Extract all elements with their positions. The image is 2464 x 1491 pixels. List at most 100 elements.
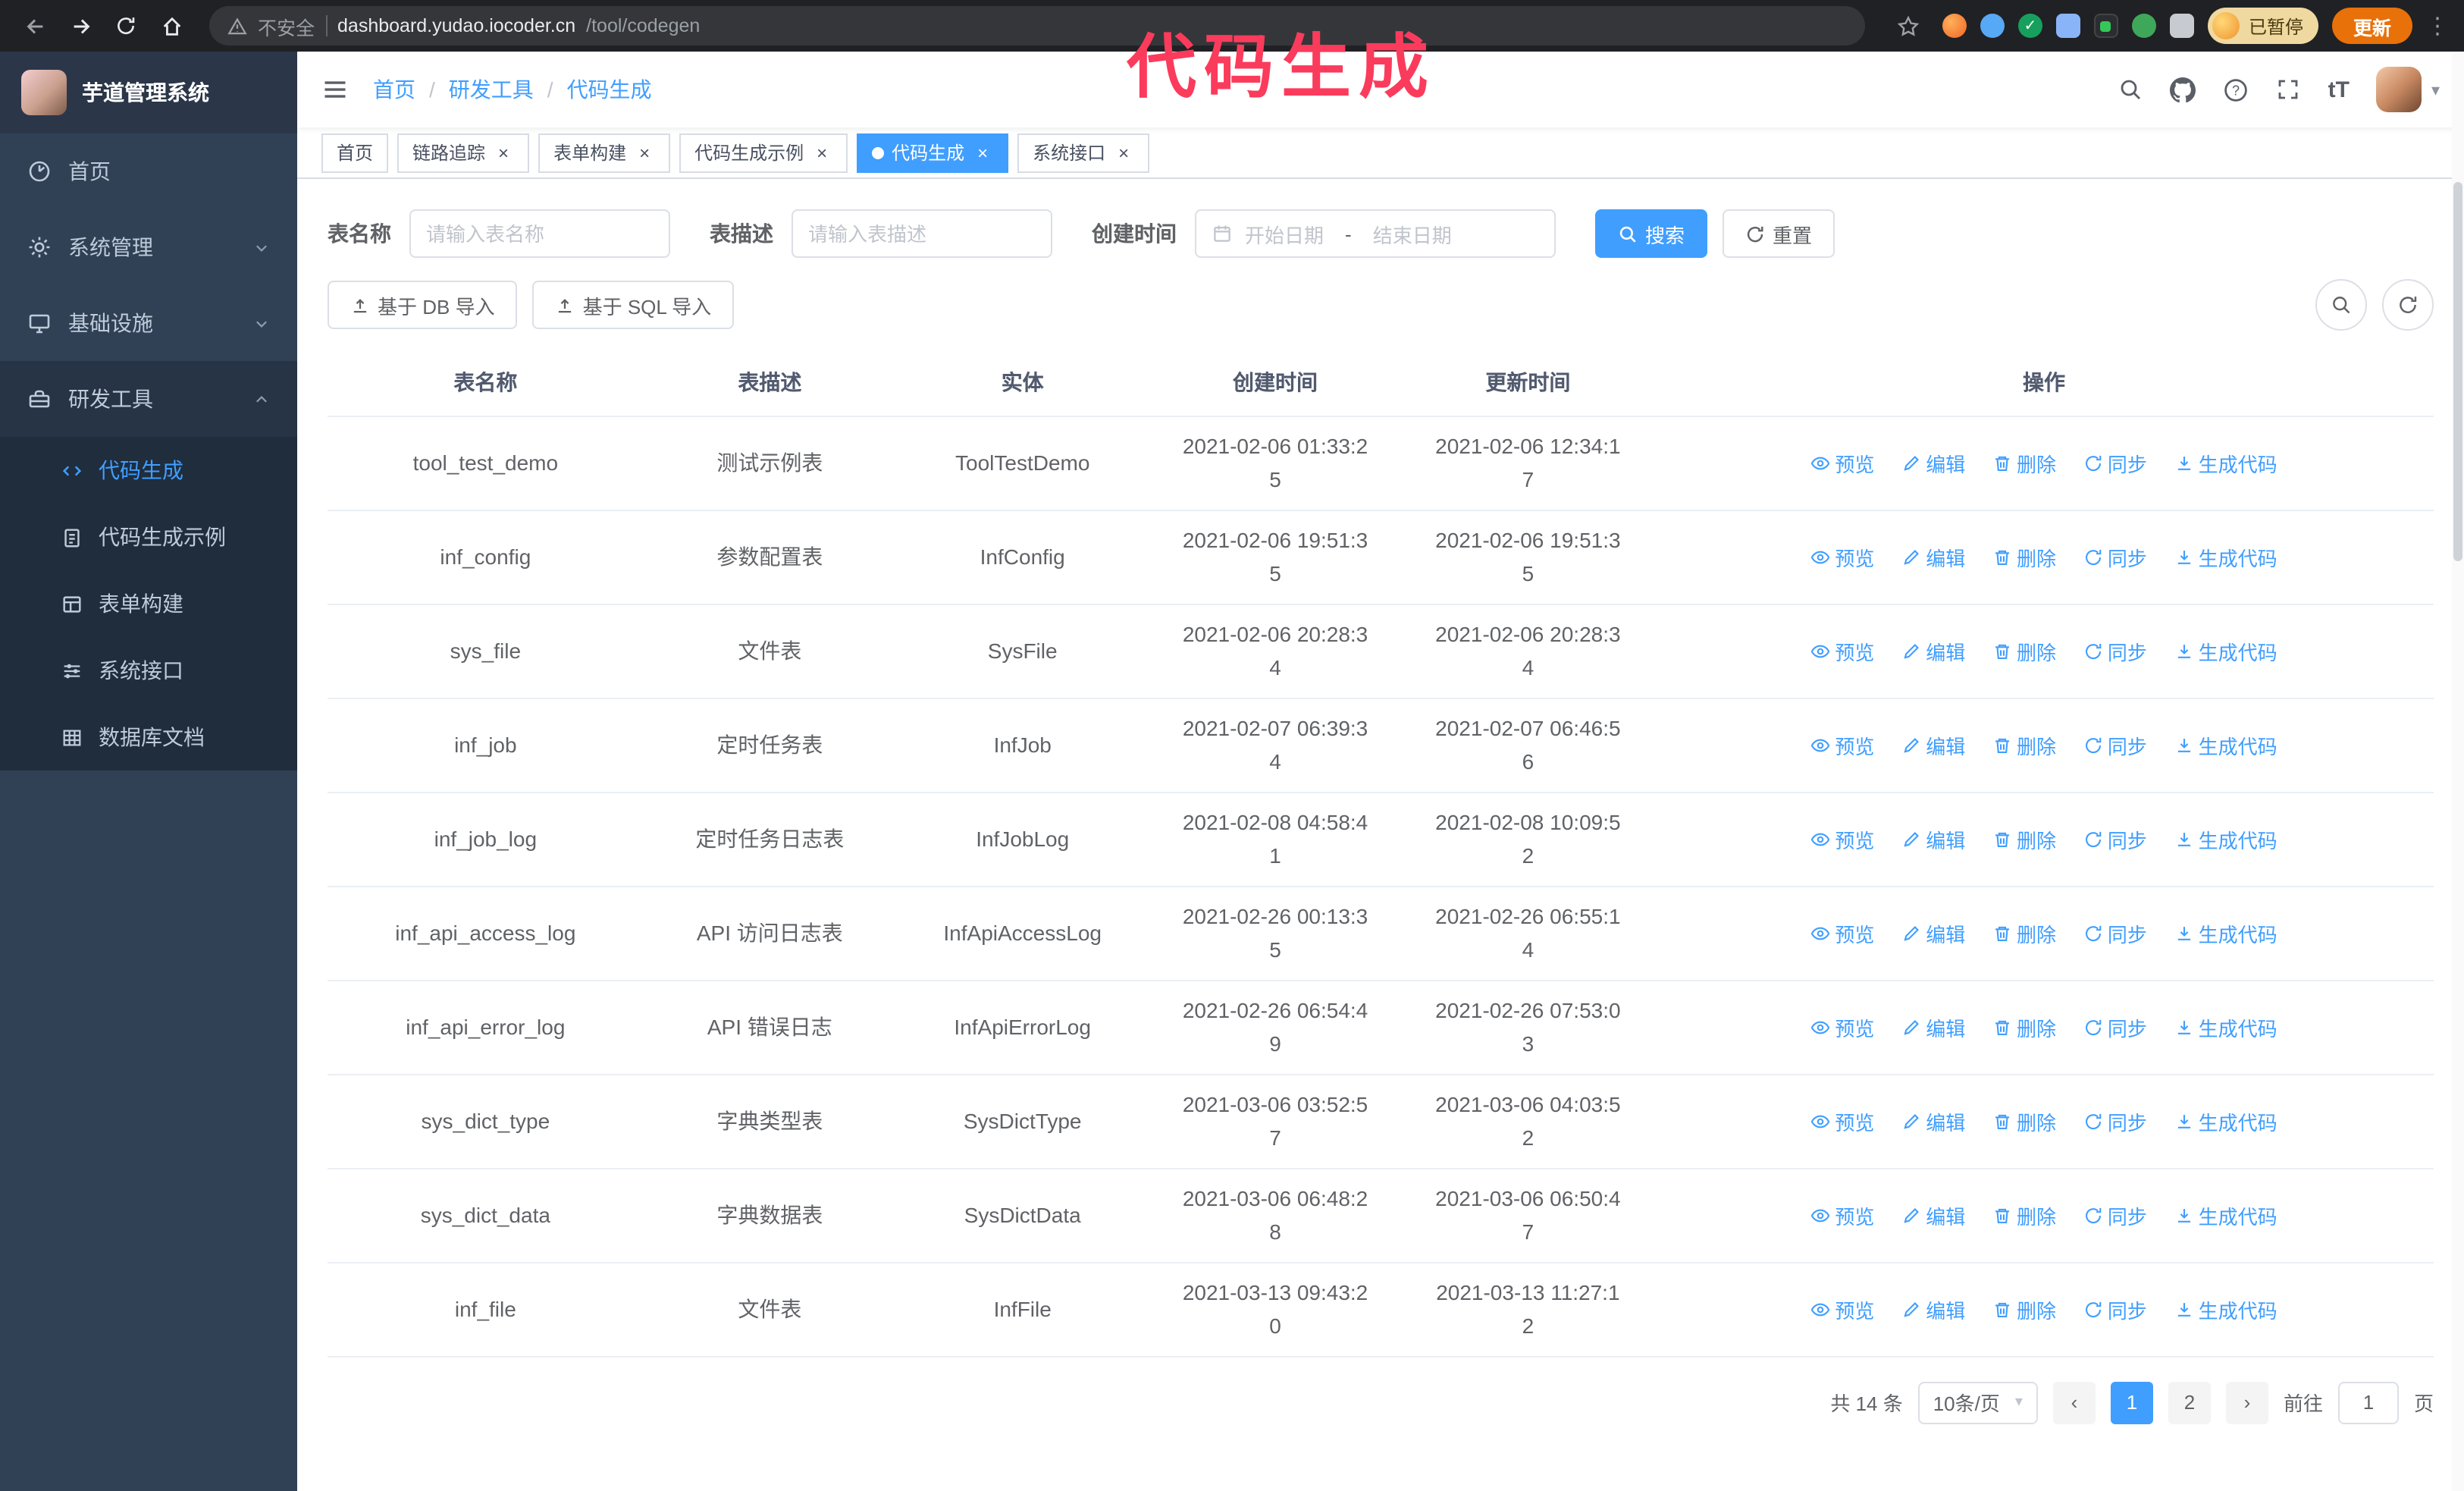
page-size-select[interactable]: 10条/页 ▾ — [1917, 1381, 2038, 1424]
close-icon[interactable]: × — [1113, 142, 1134, 163]
sync-link[interactable]: 同步 — [2083, 730, 2147, 759]
generate-code-link[interactable]: 生成代码 — [2174, 542, 2277, 571]
edit-link[interactable]: 编辑 — [1901, 1201, 1965, 1229]
font-size-button[interactable]: tT — [2328, 77, 2350, 102]
delete-link[interactable]: 删除 — [1992, 636, 2056, 665]
edit-link[interactable]: 编辑 — [1901, 730, 1965, 759]
delete-link[interactable]: 删除 — [1992, 542, 2056, 571]
delete-link[interactable]: 删除 — [1992, 1295, 2056, 1323]
help-button[interactable]: ? — [2224, 77, 2249, 102]
tab-codegen[interactable]: 代码生成 × — [857, 133, 1009, 172]
generate-code-link[interactable]: 生成代码 — [2174, 448, 2277, 477]
generate-code-link[interactable]: 生成代码 — [2174, 1012, 2277, 1041]
sidebar-item-devtools[interactable]: 研发工具 — [0, 361, 297, 437]
close-icon[interactable]: × — [493, 142, 514, 163]
delete-link[interactable]: 删除 — [1992, 730, 2056, 759]
breadcrumb-item-codegen[interactable]: 代码生成 — [567, 74, 652, 105]
sync-link[interactable]: 同步 — [2083, 1295, 2147, 1323]
profile-badge[interactable]: 已暂停 — [2207, 8, 2318, 44]
next-page-button[interactable]: › — [2225, 1381, 2268, 1424]
browser-menu-button[interactable]: ⋮ — [2426, 12, 2449, 39]
reload-button[interactable] — [106, 6, 146, 46]
generate-code-link[interactable]: 生成代码 — [2174, 636, 2277, 665]
delete-link[interactable]: 删除 — [1992, 448, 2056, 477]
delete-link[interactable]: 删除 — [1992, 1201, 2056, 1229]
github-link[interactable] — [2170, 77, 2196, 102]
header-search-button[interactable] — [2119, 77, 2143, 102]
back-button[interactable] — [15, 6, 55, 46]
preview-link[interactable]: 预览 — [1810, 1295, 1874, 1323]
goto-page-input[interactable] — [2337, 1381, 2399, 1424]
preview-link[interactable]: 预览 — [1810, 1201, 1874, 1229]
import-db-button[interactable]: 基于 DB 导入 — [328, 281, 518, 329]
generate-code-link[interactable]: 生成代码 — [2174, 730, 2277, 759]
preview-link[interactable]: 预览 — [1810, 636, 1874, 665]
sync-link[interactable]: 同步 — [2083, 1012, 2147, 1041]
generate-code-link[interactable]: 生成代码 — [2174, 1106, 2277, 1135]
page-button-2[interactable]: 2 — [2168, 1381, 2211, 1424]
forward-button[interactable] — [61, 6, 100, 46]
edit-link[interactable]: 编辑 — [1901, 1012, 1965, 1041]
address-bar[interactable]: 不安全 dashboard.yudao.iocoder.cn/tool/code… — [209, 6, 1865, 46]
extension-icon[interactable] — [2055, 14, 2080, 38]
edit-link[interactable]: 编辑 — [1901, 542, 1965, 571]
tab-form-builder[interactable]: 表单构建 × — [538, 133, 671, 172]
extension-icon[interactable] — [2131, 14, 2156, 38]
browser-update-button[interactable]: 更新 — [2331, 8, 2412, 44]
delete-link[interactable]: 删除 — [1992, 1012, 2056, 1041]
tab-system-api[interactable]: 系统接口 × — [1017, 133, 1150, 172]
sidebar-item-db-docs[interactable]: 数据库文档 — [0, 704, 297, 771]
extension-icon[interactable]: ✓ — [2017, 14, 2042, 38]
edit-link[interactable]: 编辑 — [1901, 1295, 1965, 1323]
preview-link[interactable]: 预览 — [1810, 1012, 1874, 1041]
sidebar-item-codegen-example[interactable]: 代码生成示例 — [0, 504, 297, 570]
extension-icon[interactable] — [2093, 14, 2118, 38]
refresh-table-button[interactable] — [2382, 279, 2434, 331]
fullscreen-button[interactable] — [2277, 77, 2301, 102]
table-name-input[interactable] — [409, 209, 670, 258]
sidebar-item-form-builder[interactable]: 表单构建 — [0, 570, 297, 637]
preview-link[interactable]: 预览 — [1810, 824, 1874, 853]
sync-link[interactable]: 同步 — [2083, 1106, 2147, 1135]
edit-link[interactable]: 编辑 — [1901, 448, 1965, 477]
sync-link[interactable]: 同步 — [2083, 918, 2147, 947]
breadcrumb-item-devtools[interactable]: 研发工具 — [449, 74, 534, 105]
extensions-puzzle-icon[interactable] — [2169, 14, 2194, 38]
sync-link[interactable]: 同步 — [2083, 1201, 2147, 1229]
sidebar-item-home[interactable]: 首页 — [0, 133, 297, 209]
date-range-picker[interactable]: 开始日期 - 结束日期 — [1195, 209, 1556, 258]
bookmark-star-button[interactable] — [1889, 6, 1929, 46]
generate-code-link[interactable]: 生成代码 — [2174, 918, 2277, 947]
breadcrumb-item-home[interactable]: 首页 — [373, 74, 415, 105]
home-button[interactable] — [152, 6, 191, 46]
generate-code-link[interactable]: 生成代码 — [2174, 1201, 2277, 1229]
extension-icon[interactable] — [1942, 14, 1967, 38]
edit-link[interactable]: 编辑 — [1901, 824, 1965, 853]
scrollbar-thumb[interactable] — [2453, 182, 2462, 561]
table-desc-input[interactable] — [792, 209, 1052, 258]
preview-link[interactable]: 预览 — [1810, 1106, 1874, 1135]
sidebar-item-codegen[interactable]: 代码生成 — [0, 437, 297, 504]
tab-home[interactable]: 首页 — [321, 133, 389, 172]
preview-link[interactable]: 预览 — [1810, 730, 1874, 759]
prev-page-button[interactable]: ‹ — [2052, 1381, 2096, 1424]
edit-link[interactable]: 编辑 — [1901, 636, 1965, 665]
delete-link[interactable]: 删除 — [1992, 1106, 2056, 1135]
delete-link[interactable]: 删除 — [1992, 918, 2056, 947]
close-icon[interactable]: × — [972, 142, 993, 163]
reset-button[interactable]: 重置 — [1723, 209, 1835, 258]
sidebar-item-infra[interactable]: 基础设施 — [0, 285, 297, 361]
sidebar-item-system[interactable]: 系统管理 — [0, 209, 297, 285]
preview-link[interactable]: 预览 — [1810, 918, 1874, 947]
collapse-sidebar-button[interactable] — [321, 76, 349, 103]
toggle-search-button[interactable] — [2315, 279, 2367, 331]
search-button[interactable]: 搜索 — [1595, 209, 1708, 258]
tab-tracing[interactable]: 链路追踪 × — [397, 133, 530, 172]
extension-icon[interactable] — [1980, 14, 2005, 38]
preview-link[interactable]: 预览 — [1810, 448, 1874, 477]
edit-link[interactable]: 编辑 — [1901, 1106, 1965, 1135]
delete-link[interactable]: 删除 — [1992, 824, 2056, 853]
edit-link[interactable]: 编辑 — [1901, 918, 1965, 947]
preview-link[interactable]: 预览 — [1810, 542, 1874, 571]
close-icon[interactable]: × — [811, 142, 832, 163]
